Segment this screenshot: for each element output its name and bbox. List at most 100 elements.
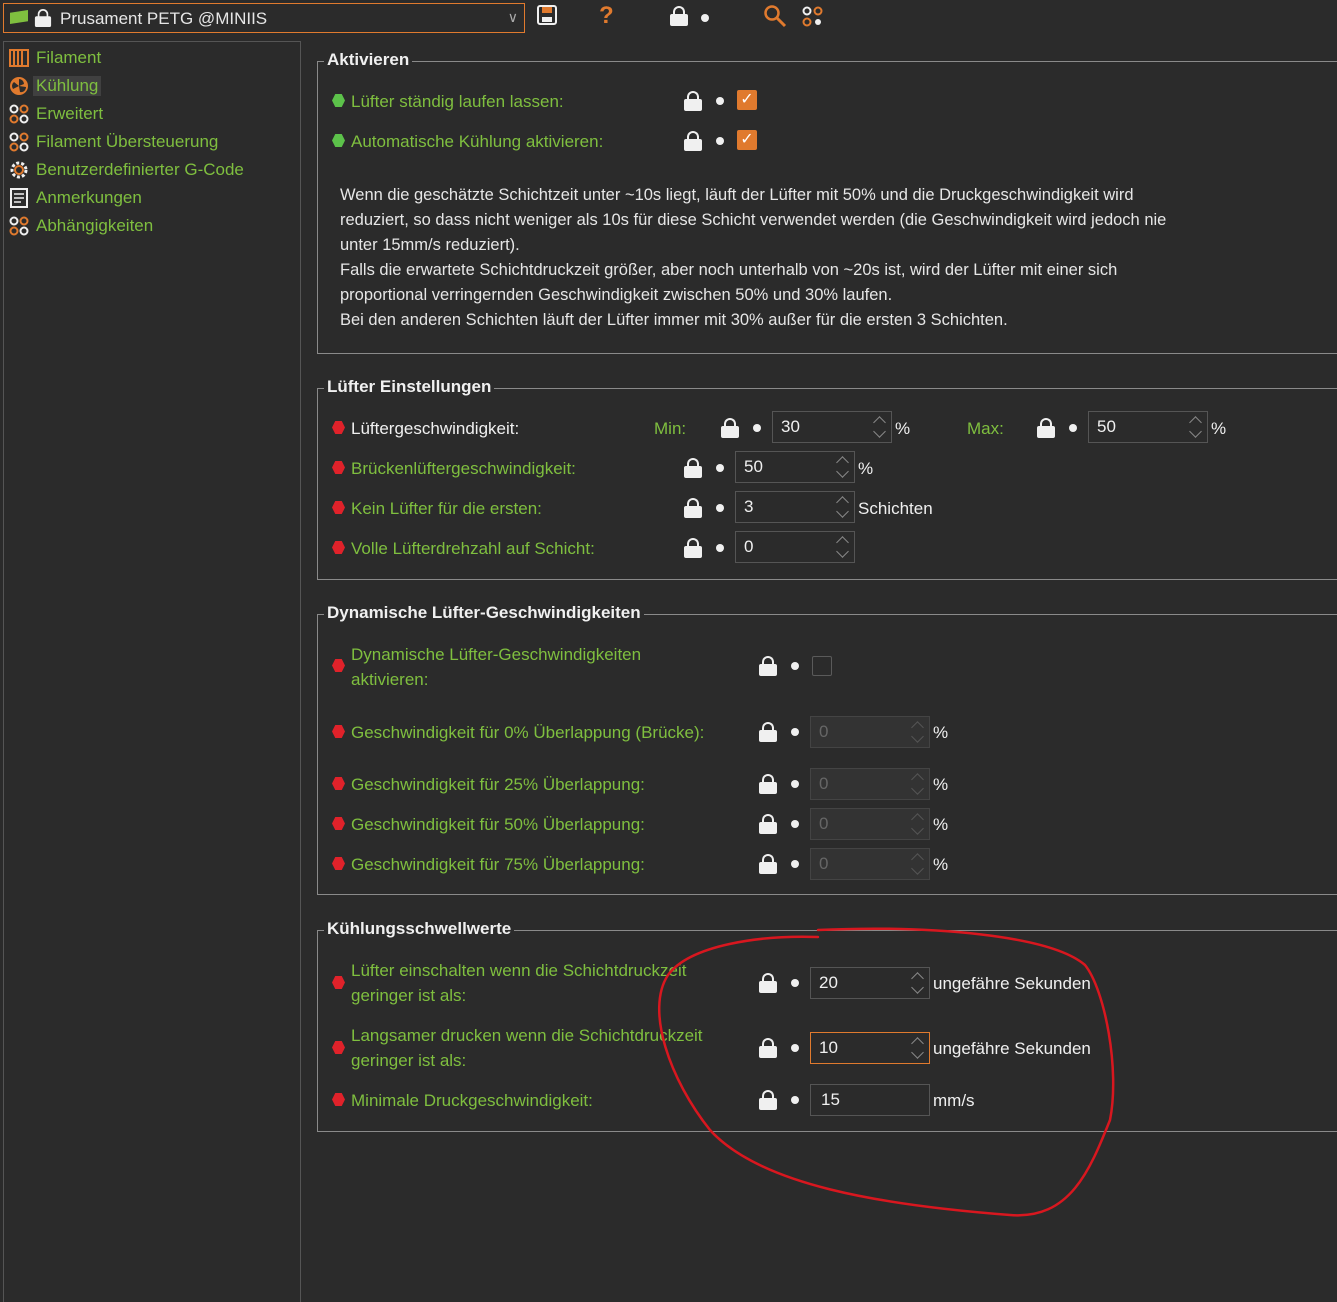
dot-icon[interactable] bbox=[791, 1044, 799, 1052]
sidebar-item-advanced[interactable]: Erweitert bbox=[8, 101, 103, 127]
slowdown-below-time-input[interactable]: 10 bbox=[810, 1032, 930, 1064]
spin-arrows-icon[interactable] bbox=[909, 811, 927, 837]
dot-icon[interactable] bbox=[791, 860, 799, 868]
input-value: 0 bbox=[744, 537, 754, 556]
lock-icon[interactable] bbox=[759, 774, 777, 794]
spin-arrows-icon[interactable] bbox=[909, 970, 927, 996]
sidebar-item-dependencies[interactable]: Abhängigkeiten bbox=[8, 213, 153, 239]
spin-arrows-icon[interactable] bbox=[909, 1035, 927, 1061]
lock-icon[interactable] bbox=[684, 498, 702, 518]
help-button[interactable]: ? bbox=[599, 2, 614, 30]
overlap-75-input[interactable]: 0 bbox=[810, 848, 930, 880]
sidebar-item-filament-overrides[interactable]: Filament Übersteuerung bbox=[8, 129, 218, 155]
dot-icon[interactable] bbox=[716, 544, 724, 552]
search-icon bbox=[764, 5, 787, 28]
dot-icon[interactable] bbox=[1069, 424, 1077, 432]
sidebar-item-filament[interactable]: Filament bbox=[8, 45, 101, 71]
spin-arrows-icon[interactable] bbox=[834, 454, 852, 480]
dot-icon[interactable] bbox=[791, 979, 799, 987]
input-value: 3 bbox=[744, 497, 754, 516]
spin-arrows-icon[interactable] bbox=[909, 719, 927, 745]
description-line: Bei den anderen Schichten läuft der Lüft… bbox=[340, 311, 1008, 329]
input-value: 15 bbox=[821, 1090, 840, 1109]
wrench-icon bbox=[8, 131, 30, 153]
group-title: Aktivieren bbox=[324, 50, 413, 70]
spin-arrows-icon[interactable] bbox=[909, 771, 927, 797]
sidebar-item-label: Filament Übersteuerung bbox=[36, 132, 219, 151]
lock-icon[interactable] bbox=[684, 131, 702, 151]
input-value: 10 bbox=[819, 1038, 838, 1057]
bridge-fan-input[interactable]: 50 bbox=[735, 451, 855, 483]
help-icon: ? bbox=[599, 2, 614, 29]
dot-icon[interactable] bbox=[791, 820, 799, 828]
overlap-75-label: Geschwindigkeit für 75% Überlappung: bbox=[351, 855, 645, 874]
compare-icon bbox=[802, 6, 823, 27]
lock-icon[interactable] bbox=[759, 854, 777, 874]
group-title: Dynamische Lüfter-Geschwindigkeiten bbox=[324, 603, 644, 623]
compare-button[interactable] bbox=[802, 6, 824, 28]
lock-icon[interactable] bbox=[684, 91, 702, 111]
dot-icon[interactable] bbox=[791, 1096, 799, 1104]
chevron-down-icon[interactable]: ∨ bbox=[508, 9, 518, 26]
min-fan-speed-input[interactable]: 30 bbox=[772, 411, 892, 443]
lock-icon bbox=[34, 9, 52, 27]
sidebar-item-label: Erweitert bbox=[36, 104, 104, 123]
lock-icon[interactable] bbox=[684, 458, 702, 478]
full-fan-layer-input[interactable]: 0 bbox=[735, 531, 855, 563]
max-fan-speed-input[interactable]: 50 bbox=[1088, 411, 1208, 443]
lock-icon[interactable] bbox=[684, 538, 702, 558]
lock-icon[interactable] bbox=[759, 656, 777, 676]
min-print-speed-input[interactable]: 15 bbox=[810, 1084, 930, 1116]
group-title: Lüfter Einstellungen bbox=[324, 377, 495, 397]
sidebar-item-cooling[interactable]: Kühlung bbox=[8, 73, 102, 99]
dynamic-enable-checkbox[interactable] bbox=[812, 656, 832, 676]
max-label: Max: bbox=[967, 419, 1004, 438]
dot-icon[interactable] bbox=[716, 97, 724, 105]
fan-below-time-input[interactable]: 20 bbox=[810, 967, 930, 999]
save-button[interactable] bbox=[537, 5, 557, 25]
spin-arrows-icon[interactable] bbox=[871, 414, 889, 440]
dot-icon[interactable] bbox=[791, 662, 799, 670]
spin-arrows-icon[interactable] bbox=[1187, 414, 1205, 440]
auto-cooling-checkbox[interactable]: ✓ bbox=[737, 130, 757, 150]
unit-label: % bbox=[933, 815, 949, 834]
input-value: 0 bbox=[819, 854, 829, 873]
dot-icon[interactable] bbox=[791, 780, 799, 788]
sidebar-item-notes[interactable]: Anmerkungen bbox=[8, 185, 142, 211]
lock-icon[interactable] bbox=[721, 418, 739, 438]
lock-icon[interactable] bbox=[759, 1090, 777, 1110]
lock-icon[interactable] bbox=[1037, 418, 1055, 438]
label-line: Dynamische Lüfter-Geschwindigkeiten bbox=[351, 645, 642, 664]
input-value: 30 bbox=[781, 417, 800, 436]
lock-toggle-button[interactable] bbox=[670, 6, 715, 28]
unit-label: ungefähre Sekunden bbox=[933, 974, 1091, 993]
dot-icon[interactable] bbox=[753, 424, 761, 432]
lock-icon[interactable] bbox=[759, 722, 777, 742]
input-value: 0 bbox=[819, 814, 829, 833]
overlap-25-input[interactable]: 0 bbox=[810, 768, 930, 800]
dot-icon[interactable] bbox=[716, 464, 724, 472]
dot-icon[interactable] bbox=[716, 504, 724, 512]
dot-icon[interactable] bbox=[791, 728, 799, 736]
lock-icon[interactable] bbox=[759, 973, 777, 993]
preset-combo[interactable]: Prusament PETG @MINIIS ∨ bbox=[3, 3, 525, 33]
spin-arrows-icon[interactable] bbox=[834, 494, 852, 520]
sidebar-item-label: Abhängigkeiten bbox=[36, 216, 154, 235]
dot-icon bbox=[701, 14, 709, 22]
spin-arrows-icon[interactable] bbox=[909, 851, 927, 877]
fan-always-on-checkbox[interactable]: ✓ bbox=[737, 90, 757, 110]
unit-label: mm/s bbox=[933, 1091, 975, 1110]
overlap-50-input[interactable]: 0 bbox=[810, 808, 930, 840]
disable-fan-first-input[interactable]: 3 bbox=[735, 491, 855, 523]
lock-icon[interactable] bbox=[759, 814, 777, 834]
sidebar-item-custom-gcode[interactable]: Benutzerdefinierter G-Code bbox=[8, 157, 244, 183]
wrench-icon bbox=[8, 215, 30, 237]
overlap-0-input[interactable]: 0 bbox=[810, 716, 930, 748]
input-value: 20 bbox=[819, 973, 838, 992]
dot-icon[interactable] bbox=[716, 137, 724, 145]
unit-label: % bbox=[895, 419, 911, 438]
sidebar-item-label: Anmerkungen bbox=[36, 188, 142, 207]
search-button[interactable] bbox=[763, 4, 787, 28]
spin-arrows-icon[interactable] bbox=[834, 534, 852, 560]
lock-icon[interactable] bbox=[759, 1038, 777, 1058]
